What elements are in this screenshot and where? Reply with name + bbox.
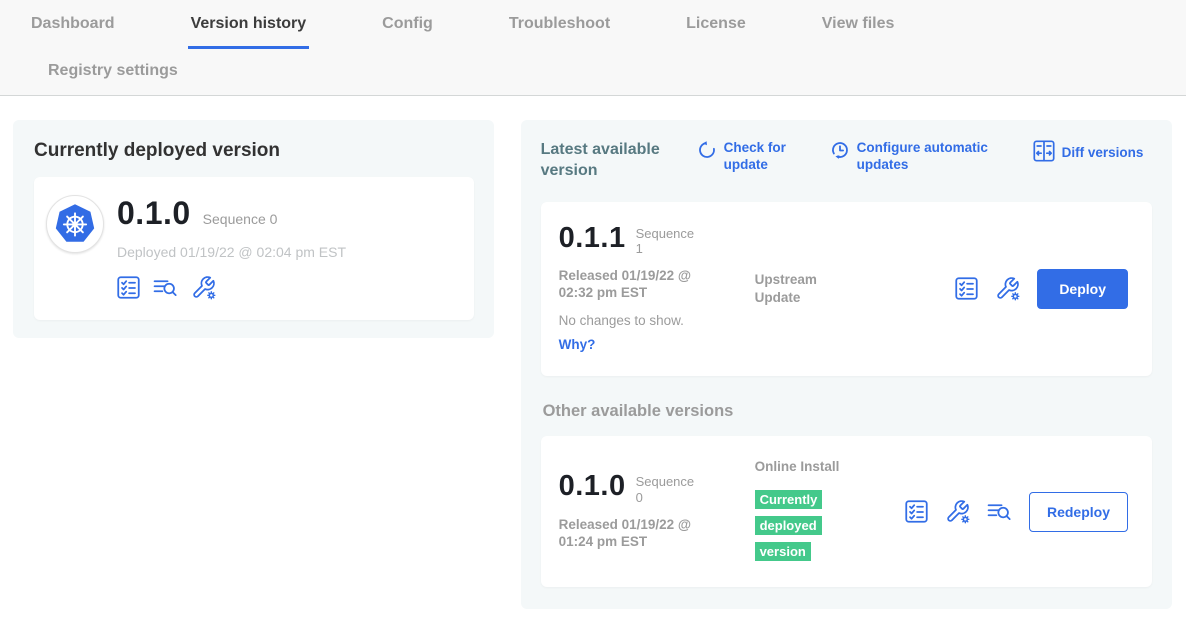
refresh-icon bbox=[697, 140, 717, 165]
other-version-number: 0.1.0 bbox=[559, 472, 626, 501]
latest-sequence-label: Sequence 1 bbox=[636, 226, 698, 257]
schedule-update-icon bbox=[830, 140, 850, 165]
available-versions-header: Latest available version Check for updat… bbox=[541, 140, 1152, 182]
latest-changes-note: No changes to show. bbox=[559, 313, 755, 328]
preflight-checks-icon[interactable] bbox=[955, 277, 978, 300]
tab-license[interactable]: License bbox=[683, 15, 749, 49]
other-released-timestamp: Released 01/19/22 @ 01:24 pm EST bbox=[559, 516, 727, 551]
currently-deployed-title: Currently deployed version bbox=[34, 140, 474, 162]
other-source-label: Online Install bbox=[755, 458, 841, 476]
deployed-version-box: 0.1.0 Sequence 0 Deployed 01/19/22 @ 02:… bbox=[34, 177, 474, 320]
deployed-sequence-label: Sequence 0 bbox=[203, 211, 278, 227]
latest-version-details: 0.1.1 Sequence 1 Released 01/19/22 @ 02:… bbox=[559, 224, 755, 354]
latest-source-label: Upstream Update bbox=[755, 271, 841, 306]
other-version-row: 0.1.0 Sequence 0 Released 01/19/22 @ 01:… bbox=[541, 436, 1152, 587]
check-for-update-link[interactable]: Check for update bbox=[697, 140, 796, 174]
preflight-checks-icon[interactable] bbox=[117, 276, 140, 299]
deployed-version-details: 0.1.0 Sequence 0 Deployed 01/19/22 @ 02:… bbox=[117, 195, 346, 300]
preflight-checks-icon[interactable] bbox=[905, 500, 928, 523]
latest-version-number: 0.1.1 bbox=[559, 224, 626, 253]
main-content: Currently deployed version bbox=[0, 96, 1186, 609]
edit-config-icon[interactable] bbox=[995, 276, 1020, 301]
kubernetes-logo-icon bbox=[46, 195, 104, 253]
nav-row-secondary: Registry settings bbox=[0, 49, 1186, 95]
tab-config[interactable]: Config bbox=[379, 15, 436, 49]
tab-view-files[interactable]: View files bbox=[819, 15, 898, 49]
tab-version-history[interactable]: Version history bbox=[188, 15, 310, 49]
edit-config-icon[interactable] bbox=[191, 275, 216, 300]
other-version-details: 0.1.0 Sequence 0 Released 01/19/22 @ 01:… bbox=[559, 472, 755, 550]
other-available-versions-heading: Other available versions bbox=[543, 402, 1152, 421]
latest-released-timestamp: Released 01/19/22 @ 02:32 pm EST bbox=[559, 267, 727, 302]
diff-icon bbox=[1033, 140, 1055, 167]
currently-deployed-badge: Currently deployed version bbox=[755, 490, 823, 561]
latest-available-title: Latest available version bbox=[541, 140, 673, 182]
tab-dashboard[interactable]: Dashboard bbox=[28, 15, 118, 49]
diff-versions-link[interactable]: Diff versions bbox=[1033, 140, 1144, 167]
configure-automatic-updates-label: Configure automatic updates bbox=[857, 140, 989, 174]
view-logs-icon[interactable] bbox=[153, 276, 178, 299]
redeploy-button[interactable]: Redeploy bbox=[1029, 492, 1128, 532]
currently-deployed-card: Currently deployed version bbox=[13, 120, 494, 338]
top-nav: Dashboard Version history Config Trouble… bbox=[0, 0, 1186, 96]
nav-row-primary: Dashboard Version history Config Trouble… bbox=[0, 0, 1186, 49]
other-sequence-label: Sequence 0 bbox=[636, 474, 698, 505]
latest-version-row: 0.1.1 Sequence 1 Released 01/19/22 @ 02:… bbox=[541, 202, 1152, 376]
tab-troubleshoot[interactable]: Troubleshoot bbox=[506, 15, 613, 49]
deployed-timestamp: Deployed 01/19/22 @ 02:04 pm EST bbox=[117, 244, 346, 260]
edit-config-icon[interactable] bbox=[945, 499, 970, 524]
deploy-button[interactable]: Deploy bbox=[1037, 269, 1128, 309]
diff-versions-label: Diff versions bbox=[1062, 145, 1144, 162]
deployed-version-number: 0.1.0 bbox=[117, 195, 191, 232]
currently-deployed-badge-wrap: Currently deployed version bbox=[755, 487, 835, 565]
available-versions-card: Latest available version Check for updat… bbox=[521, 120, 1172, 609]
check-for-update-label: Check for update bbox=[724, 140, 796, 174]
why-link[interactable]: Why? bbox=[559, 337, 596, 352]
tab-registry-settings[interactable]: Registry settings bbox=[45, 62, 181, 92]
configure-automatic-updates-link[interactable]: Configure automatic updates bbox=[830, 140, 989, 174]
view-logs-icon[interactable] bbox=[987, 500, 1012, 523]
